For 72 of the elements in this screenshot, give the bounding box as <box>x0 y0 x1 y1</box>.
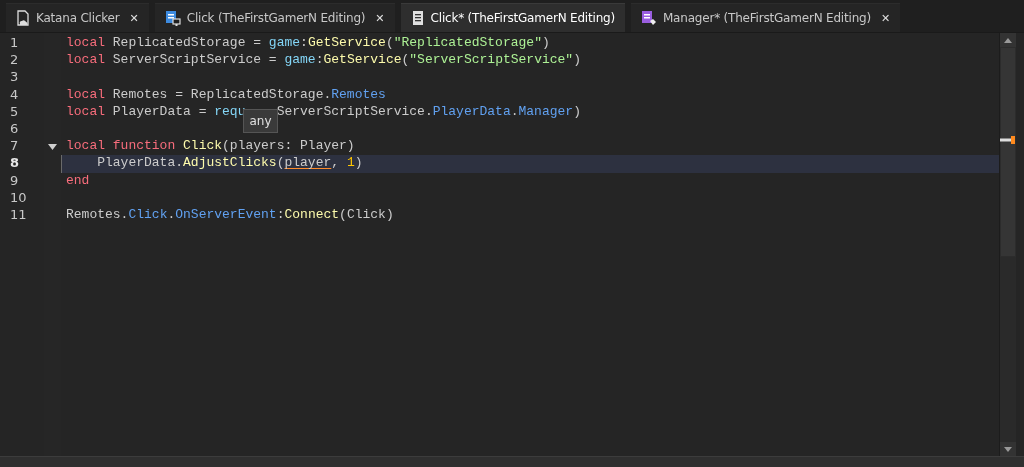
code-token: AdjustClicks <box>183 155 277 171</box>
code-token: . <box>510 103 519 119</box>
code-token: player <box>284 155 332 171</box>
code-token: PlayerData = <box>111 103 208 119</box>
code-token: : <box>315 52 324 68</box>
code-token: OnServerEvent <box>175 206 277 222</box>
code-token: Remotes <box>331 86 386 102</box>
line-number: 5 <box>10 103 19 119</box>
code-token: ServerScriptService. <box>276 103 433 119</box>
code-token: "ServerScriptService" <box>409 52 574 68</box>
code-token: ) <box>573 52 581 68</box>
code-token: game <box>284 52 316 68</box>
editor-tab[interactable]: Manager* (TheFirstGamerN Editing) ✕ <box>630 3 901 32</box>
code-token: Click <box>128 206 168 222</box>
code-token: local <box>66 103 105 119</box>
editor-tab[interactable]: Click* (TheFirstGamerN Editing) <box>400 3 625 32</box>
module-icon <box>640 10 657 26</box>
scroll-thumb[interactable] <box>1000 47 1016 257</box>
code-token: ( <box>385 35 394 50</box>
editor-tab[interactable]: Click (TheFirstGamerN Editing) ✕ <box>154 3 395 32</box>
code-token: ) <box>541 35 550 50</box>
line-number: 2 <box>10 52 19 68</box>
code-token: Remotes = ReplicatedStorage. <box>111 86 332 102</box>
line-number: 4 <box>10 86 19 102</box>
code-token: : <box>300 35 308 50</box>
code-token: "ReplicatedStorage" <box>393 35 542 50</box>
line-number: 7 <box>10 138 19 154</box>
line-number: 6 <box>10 120 19 136</box>
code-token: . <box>167 206 176 222</box>
type-tooltip: any <box>243 108 278 133</box>
code-token: Manager <box>518 103 574 119</box>
code-token: GetService <box>323 52 402 68</box>
code-token: Connect <box>284 206 340 222</box>
editor-tab[interactable]: Katana Clicker ✕ <box>6 3 149 32</box>
cursor-marker-icon <box>1000 136 1015 144</box>
scroll-down-icon[interactable] <box>1004 446 1012 452</box>
code-token: : <box>276 206 285 222</box>
line-number: 11 <box>10 206 27 222</box>
line-number: 9 <box>10 172 19 188</box>
close-icon[interactable]: ✕ <box>129 11 139 25</box>
line-number: 1 <box>10 35 19 50</box>
code-token: 1 <box>346 155 355 171</box>
code-token: local <box>66 35 105 50</box>
script-icon <box>16 10 30 26</box>
code-token: end <box>66 172 90 188</box>
code-token: PlayerData. <box>96 155 184 171</box>
code-token: Click <box>183 138 223 154</box>
code-token: ( <box>276 155 285 171</box>
code-token: (Click) <box>339 206 394 222</box>
code-token: ReplicatedStorage = <box>111 35 263 50</box>
code-token: local <box>66 86 105 102</box>
code-token: ) <box>573 103 581 119</box>
code-token: local <box>66 52 105 68</box>
code-token: GetService <box>307 35 386 50</box>
line-number: 3 <box>10 69 19 85</box>
line-number: 10 <box>10 189 27 205</box>
code-token: (players: Player) <box>222 138 355 154</box>
line-number: 8 <box>10 155 20 171</box>
close-icon[interactable]: ✕ <box>880 11 891 25</box>
code-token: PlayerData <box>432 103 511 119</box>
code-token: Remotes. <box>66 206 129 222</box>
fold-arrow-icon[interactable] <box>48 143 57 150</box>
code-token: ( <box>401 52 410 68</box>
document-icon <box>410 10 425 26</box>
code-token: local function <box>66 138 177 154</box>
script-icon <box>164 10 181 26</box>
code-token: game <box>268 35 301 50</box>
code-token: , <box>331 155 341 171</box>
scroll-up-icon[interactable] <box>1004 37 1012 43</box>
code-token: ServerScriptService = <box>111 52 278 68</box>
code-token: ) <box>354 155 363 171</box>
close-icon[interactable]: ✕ <box>375 11 385 25</box>
